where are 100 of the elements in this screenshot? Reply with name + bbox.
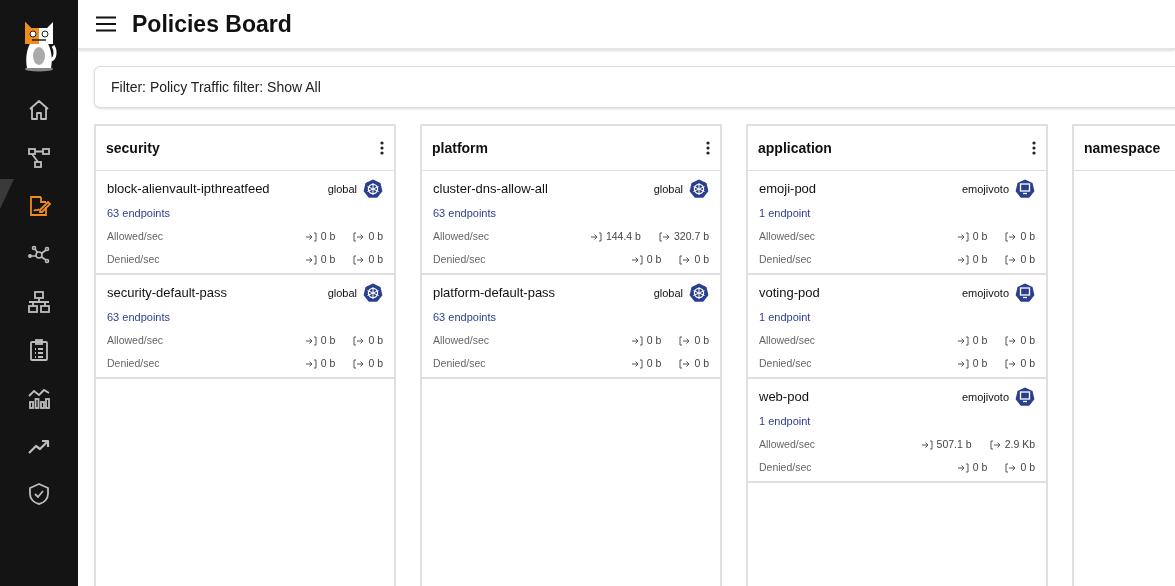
sign-out-icon bbox=[1005, 254, 1017, 265]
sign-in-icon bbox=[957, 358, 969, 369]
sign-out-icon bbox=[353, 231, 365, 242]
sign-out-icon bbox=[989, 439, 1001, 450]
sign-out-icon bbox=[1005, 358, 1017, 369]
inbound-value: 144.4 b bbox=[605, 228, 641, 244]
policy-card[interactable]: web-pod emojivoto 1 endpoint Allowed/sec 507.1 b 2.9 Kb Denied/sec 0 b 0 b bbox=[748, 379, 1046, 483]
inbound-value: 0 b bbox=[972, 228, 988, 244]
selection-marker bbox=[0, 179, 14, 209]
sign-in-icon bbox=[305, 358, 317, 369]
inbound-value: 0 b bbox=[972, 332, 988, 348]
outbound-value: 2.9 Kb bbox=[1004, 436, 1035, 452]
sign-in-icon bbox=[957, 335, 969, 346]
tier-title: namespace bbox=[1084, 138, 1161, 158]
stat-label: Allowed/sec bbox=[759, 228, 816, 244]
endpoints-link[interactable]: 1 endpoint bbox=[759, 308, 811, 326]
home-icon[interactable] bbox=[27, 98, 51, 122]
network-icon[interactable] bbox=[27, 290, 51, 314]
inbound-value: 0 b bbox=[320, 355, 336, 371]
sign-out-icon bbox=[679, 254, 691, 265]
menu-icon[interactable] bbox=[96, 16, 116, 32]
policy-card[interactable]: security-default-pass global 63 endpoints Allowed/sec 0 b 0 b Denied/sec 0 b 0 b bbox=[96, 275, 394, 379]
stat-label: Denied/sec bbox=[433, 355, 486, 371]
sign-out-icon bbox=[353, 358, 365, 369]
stat-label: Denied/sec bbox=[759, 251, 812, 267]
sign-out-icon bbox=[353, 254, 365, 265]
stat-label: Denied/sec bbox=[759, 459, 812, 475]
bar-chart-icon[interactable] bbox=[27, 386, 51, 410]
endpoints-link[interactable]: 1 endpoint bbox=[759, 412, 811, 430]
filter-text: Filter: Policy Traffic filter: Show All bbox=[111, 77, 321, 97]
document-pen-icon[interactable] bbox=[27, 194, 51, 218]
wheel-badge-icon bbox=[689, 179, 709, 199]
scope-label: emojivoto bbox=[961, 389, 1009, 405]
policy-card[interactable]: cluster-dns-allow-all global 63 endpoints Allowed/sec 144.4 b 320.7 b Denied/sec 0 b 0 b bbox=[422, 171, 720, 275]
outbound-value: 0 b bbox=[368, 251, 383, 267]
monitor-badge-icon bbox=[1015, 179, 1035, 199]
scope-label: global bbox=[653, 181, 683, 197]
more-icon[interactable] bbox=[380, 141, 384, 155]
outbound-value: 0 b bbox=[1020, 355, 1035, 371]
endpoints-link[interactable]: 63 endpoints bbox=[433, 308, 496, 326]
inbound-value: 0 b bbox=[320, 332, 336, 348]
more-icon[interactable] bbox=[706, 141, 710, 155]
endpoints-link[interactable]: 63 endpoints bbox=[433, 204, 496, 222]
inbound-value: 0 b bbox=[646, 332, 662, 348]
endpoints-link[interactable]: 63 endpoints bbox=[107, 308, 170, 326]
more-icon[interactable] bbox=[1032, 141, 1036, 155]
outbound-value: 0 b bbox=[1020, 332, 1035, 348]
stat-label: Allowed/sec bbox=[433, 228, 490, 244]
outbound-value: 0 b bbox=[694, 332, 709, 348]
inbound-value: 0 b bbox=[972, 251, 988, 267]
outbound-value: 0 b bbox=[368, 228, 383, 244]
policy-name: block-alienvault-ipthreatfeed bbox=[107, 180, 270, 199]
outbound-value: 320.7 b bbox=[673, 228, 709, 244]
policy-name: voting-pod bbox=[759, 284, 820, 303]
policy-name: cluster-dns-allow-all bbox=[433, 180, 548, 199]
shield-check-icon[interactable] bbox=[27, 482, 51, 506]
sign-out-icon bbox=[658, 231, 670, 242]
endpoints-link[interactable]: 63 endpoints bbox=[107, 204, 170, 222]
policy-card[interactable]: emoji-pod emojivoto 1 endpoint Allowed/sec 0 b 0 b Denied/sec 0 b 0 b bbox=[748, 171, 1046, 275]
sign-in-icon bbox=[631, 254, 643, 265]
outbound-value: 0 b bbox=[1020, 251, 1035, 267]
stat-label: Allowed/sec bbox=[107, 332, 164, 348]
endpoints-link[interactable]: 1 endpoint bbox=[759, 204, 811, 222]
scope-label: emojivoto bbox=[961, 181, 1009, 197]
sign-in-icon bbox=[631, 335, 643, 346]
sign-in-icon bbox=[590, 231, 602, 242]
monitor-badge-icon bbox=[1015, 387, 1035, 407]
stat-label: Allowed/sec bbox=[107, 228, 164, 244]
inbound-value: 0 b bbox=[646, 251, 662, 267]
tier-title: security bbox=[106, 138, 160, 158]
topology-icon[interactable] bbox=[27, 146, 51, 170]
stat-label: Denied/sec bbox=[759, 355, 812, 371]
scope-label: global bbox=[327, 181, 357, 197]
policy-card[interactable]: voting-pod emojivoto 1 endpoint Allowed/sec 0 b 0 b Denied/sec 0 b 0 b bbox=[748, 275, 1046, 379]
scope-label: global bbox=[653, 285, 683, 301]
stat-label: Denied/sec bbox=[433, 251, 486, 267]
outbound-value: 0 b bbox=[1020, 459, 1035, 475]
policy-name: emoji-pod bbox=[759, 180, 817, 199]
sign-in-icon bbox=[631, 358, 643, 369]
policy-card[interactable]: block-alienvault-ipthreatfeed global 63 endpoints Allowed/sec 0 b 0 b Denied/sec 0 b 0 b bbox=[96, 171, 394, 275]
sign-in-icon bbox=[957, 231, 969, 242]
wheel-badge-icon bbox=[363, 179, 383, 199]
clipboard-icon[interactable] bbox=[27, 338, 51, 362]
outbound-value: 0 b bbox=[1020, 228, 1035, 244]
sign-out-icon bbox=[679, 358, 691, 369]
outbound-value: 0 b bbox=[694, 355, 709, 371]
sign-out-icon bbox=[1005, 335, 1017, 346]
sign-in-icon bbox=[921, 439, 933, 450]
sign-out-icon bbox=[353, 335, 365, 346]
sign-out-icon bbox=[1005, 462, 1017, 473]
stat-label: Allowed/sec bbox=[759, 436, 816, 452]
inbound-value: 0 b bbox=[320, 228, 336, 244]
sign-in-icon bbox=[305, 335, 317, 346]
inbound-value: 0 b bbox=[320, 251, 336, 267]
monitor-badge-icon bbox=[1015, 283, 1035, 303]
scope-label: emojivoto bbox=[961, 285, 1009, 301]
page-title: Policies Board bbox=[132, 9, 292, 39]
policy-card[interactable]: platform-default-pass global 63 endpoints Allowed/sec 0 b 0 b Denied/sec 0 b 0 b bbox=[422, 275, 720, 379]
stat-label: Allowed/sec bbox=[433, 332, 490, 348]
inbound-value: 507.1 b bbox=[936, 436, 972, 452]
